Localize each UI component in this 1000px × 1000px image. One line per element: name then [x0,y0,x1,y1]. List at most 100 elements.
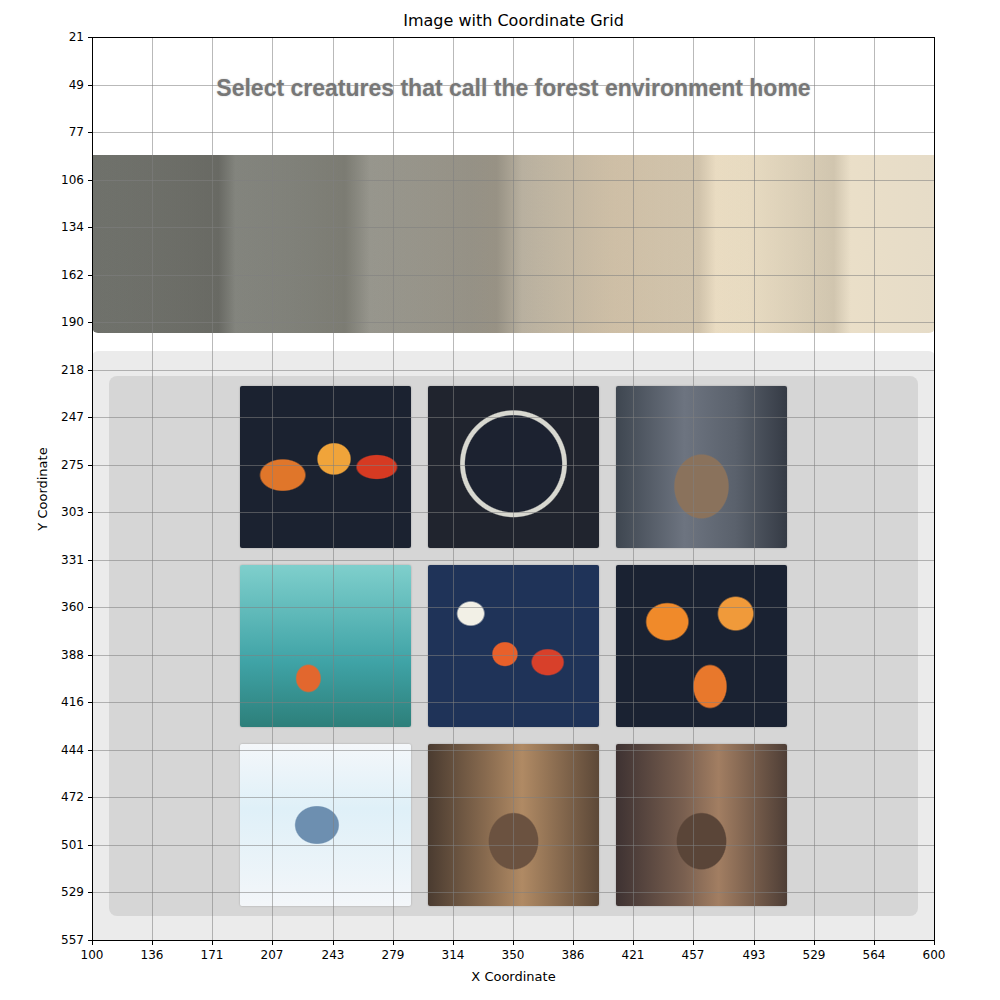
y-tick-label: 444 [61,744,84,756]
y-tick-label: 472 [61,791,84,803]
grid-line [92,465,935,466]
tick-mark [333,941,334,945]
y-tick-label: 360 [61,601,84,613]
y-tick-label: 162 [61,269,84,281]
tick-mark [88,85,92,86]
figure: Image with Coordinate GridSelect creatur… [0,0,1000,1000]
grid-line [92,702,935,703]
grid-line [92,655,935,656]
grid-line [92,750,935,751]
x-tick-label: 600 [923,949,946,961]
x-tick-label: 136 [141,949,164,961]
image-tile[interactable] [240,744,411,906]
image-tile[interactable] [428,744,599,906]
grid-line [92,227,935,228]
tick-mark [88,940,92,941]
y-tick-label: 275 [61,459,84,471]
x-tick-label: 564 [863,949,886,961]
tick-mark [212,941,213,945]
grid-line [92,797,935,798]
grid-line [92,370,935,371]
x-tick-label: 243 [322,949,345,961]
image-tile[interactable] [616,744,787,906]
y-tick-label: 21 [69,31,84,43]
grid-line [92,845,935,846]
grid-line [92,37,935,38]
grid-line [92,417,935,418]
tick-mark [633,941,634,945]
y-axis-label: Y Coordinate [36,447,49,530]
tick-mark [88,37,92,38]
grid-line [513,37,514,941]
grid-line [874,37,875,941]
grid-line [92,275,935,276]
y-tick-label: 247 [61,411,84,423]
y-tick-label: 190 [61,316,84,328]
grid-line [573,37,574,941]
tick-mark [88,227,92,228]
tick-mark [88,845,92,846]
challenge-panel [92,351,935,941]
grid-line [92,180,935,181]
tick-mark [88,417,92,418]
x-tick-label: 171 [201,949,224,961]
instruction-text: Select creatures that call the forest en… [92,75,935,103]
tick-mark [88,275,92,276]
image-tile[interactable] [240,386,411,548]
grid-line [272,37,273,941]
tick-mark [88,322,92,323]
grid-line [693,37,694,941]
x-tick-label: 314 [442,949,465,961]
image-tile[interactable] [240,565,411,727]
tick-mark [92,941,93,945]
grid-line [453,37,454,941]
x-tick-label: 386 [562,949,585,961]
x-tick-label: 421 [622,949,645,961]
x-axis-label: X Coordinate [92,970,935,983]
image-tile[interactable] [616,565,787,727]
tick-mark [934,941,935,945]
grid-line [814,37,815,941]
y-tick-label: 106 [61,174,84,186]
x-tick-label: 529 [803,949,826,961]
tile-panel [109,376,918,916]
image-tile[interactable] [616,386,787,548]
plot-axes: Select creatures that call the forest en… [92,37,935,941]
y-tick-label: 557 [61,934,84,946]
y-tick-label: 134 [61,221,84,233]
grid-line [92,37,93,941]
grid-line [92,892,935,893]
tick-mark [693,941,694,945]
tick-mark [393,941,394,945]
tick-mark [88,797,92,798]
tick-mark [88,560,92,561]
grid-line [333,37,334,941]
coordinate-grid [92,37,935,941]
grid-line [92,512,935,513]
grid-line [393,37,394,941]
y-tick-label: 303 [61,506,84,518]
tick-mark [88,512,92,513]
x-tick-label: 100 [81,949,104,961]
x-tick-label: 207 [261,949,284,961]
y-tick-label: 416 [61,696,84,708]
grid-line [754,37,755,941]
x-tick-label: 279 [382,949,405,961]
y-tick-label: 529 [61,886,84,898]
y-tick-label: 331 [61,554,84,566]
grid-line [212,37,213,941]
tick-mark [754,941,755,945]
tick-mark [88,702,92,703]
captcha-image: Select creatures that call the forest en… [92,37,935,941]
tick-mark [513,941,514,945]
forest-banner [92,155,935,333]
image-tile[interactable] [428,565,599,727]
x-tick-label: 457 [682,949,705,961]
tick-mark [88,607,92,608]
y-tick-label: 388 [61,649,84,661]
axes-frame [92,37,935,941]
image-tile[interactable] [428,386,599,548]
tick-mark [88,370,92,371]
tick-mark [88,655,92,656]
instruction-area: Select creatures that call the forest en… [92,37,935,155]
